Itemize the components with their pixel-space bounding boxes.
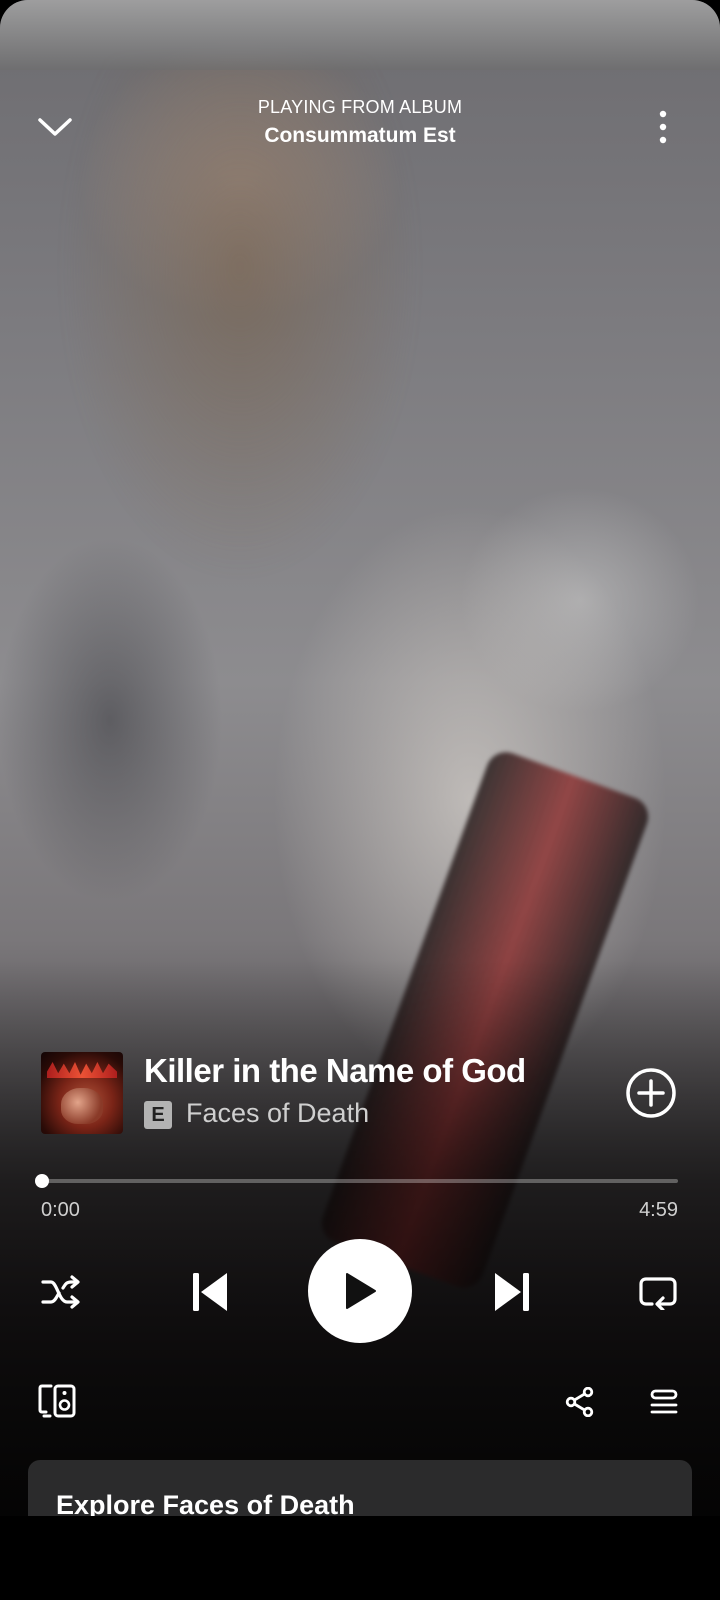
repeat-button[interactable] xyxy=(634,1268,682,1316)
progress-bar[interactable] xyxy=(41,1179,678,1183)
previous-track-button[interactable] xyxy=(183,1265,237,1319)
connect-devices-button[interactable] xyxy=(36,1380,78,1422)
explore-card-title: Explore Faces of Death xyxy=(56,1490,355,1516)
more-vertical-icon xyxy=(659,110,667,144)
explicit-badge: E xyxy=(144,1101,172,1129)
artist-name[interactable]: Faces of Death xyxy=(186,1098,369,1129)
more-options-button[interactable] xyxy=(636,100,690,154)
queue-button[interactable] xyxy=(644,1382,684,1422)
track-title[interactable]: Killer in the Name of God xyxy=(144,1052,526,1090)
play-button[interactable] xyxy=(308,1239,412,1343)
share-icon xyxy=(565,1387,594,1417)
system-navigation-bar xyxy=(0,1516,720,1600)
next-track-button[interactable] xyxy=(485,1265,539,1319)
skip-previous-icon xyxy=(193,1273,227,1311)
play-icon xyxy=(346,1273,376,1309)
bottom-gradient-overlay xyxy=(0,960,720,1516)
shuffle-button[interactable] xyxy=(38,1268,86,1316)
queue-icon xyxy=(650,1389,678,1414)
chevron-down-icon xyxy=(38,118,72,136)
album-cover-thumbnail[interactable] xyxy=(41,1052,123,1134)
skip-next-icon xyxy=(495,1273,529,1311)
add-to-library-button[interactable] xyxy=(624,1066,678,1120)
explore-artist-card[interactable]: Explore Faces of Death xyxy=(28,1460,692,1516)
collapse-button[interactable] xyxy=(28,100,82,154)
playing-from-label: PLAYING FROM ALBUM xyxy=(257,97,463,117)
album-name[interactable]: Consummatum Est xyxy=(160,124,560,148)
skull-artwork xyxy=(61,1088,103,1124)
artwork-top-band xyxy=(0,0,720,70)
connect-devices-icon xyxy=(38,1384,76,1418)
progress-thumb[interactable] xyxy=(35,1174,49,1188)
band-logo xyxy=(47,1062,117,1078)
shuffle-icon xyxy=(41,1275,80,1309)
add-circle-icon xyxy=(626,1068,676,1118)
elapsed-time: 0:00 xyxy=(41,1199,80,1221)
now-playing-screen: PLAYING FROM ALBUM Consummatum Est Kille… xyxy=(0,0,720,1516)
total-duration: 4:59 xyxy=(639,1199,678,1221)
repeat-icon xyxy=(639,1277,677,1310)
share-button[interactable] xyxy=(560,1382,600,1422)
